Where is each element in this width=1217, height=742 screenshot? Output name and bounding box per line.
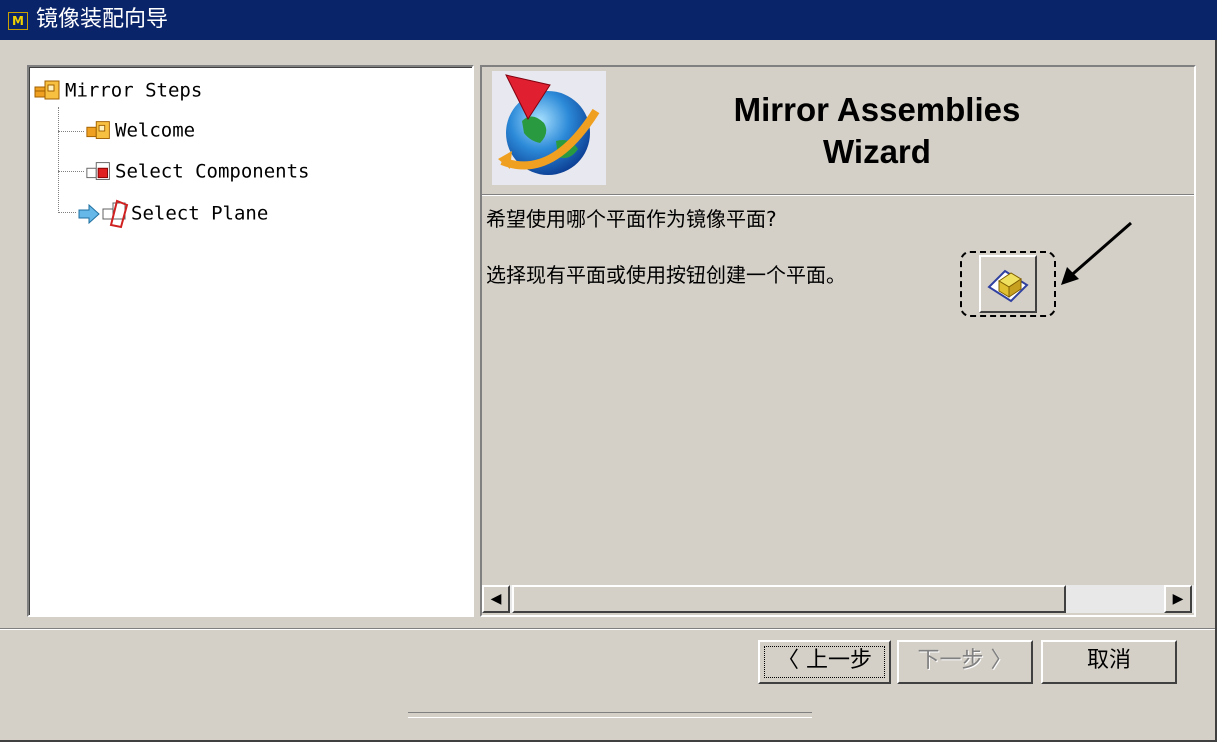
tree-root-mirror-steps[interactable]: Mirror Steps (33, 77, 202, 105)
annotation-arrow-icon (1061, 221, 1132, 285)
tree-connector (58, 107, 59, 213)
assembly-icon (34, 80, 60, 100)
wizard-title-line1: Mirror Assemblies (733, 91, 1021, 128)
wizard-title: Mirror Assemblies Wizard (672, 89, 1082, 173)
tree-item-select-plane[interactable]: Select Plane (77, 199, 268, 229)
tree-connector (58, 212, 76, 213)
next-button-label: 下一步 〉 (917, 648, 1013, 673)
tree-connector (58, 131, 84, 132)
tree-connector (58, 171, 84, 172)
tree-item-select-components[interactable]: Select Components (85, 158, 309, 186)
window-title: 镜像装配向导 (36, 7, 169, 32)
tree-item-label: Select Plane (131, 202, 269, 225)
scroll-right-button[interactable]: ▶ (1164, 585, 1192, 613)
app-icon: M (8, 12, 28, 30)
tree-item-label: Welcome (115, 119, 196, 142)
wizard-title-line2: Wizard (823, 133, 931, 170)
cancel-button[interactable]: 取消 (1041, 640, 1177, 684)
wizard-content-panel: Mirror Assemblies Wizard 希望使用哪个平面作为镜像平面?… (480, 65, 1196, 617)
steps-tree[interactable]: Mirror Steps Welcome Select Components S… (27, 65, 474, 617)
mirror-assemblies-wizard-dialog: M 镜像装配向导 Mirror Steps Welcome Select Com… (0, 0, 1217, 742)
current-step-arrow-icon (78, 203, 100, 225)
plane-assembly-icon (102, 199, 129, 229)
create-plane-button[interactable] (979, 255, 1037, 313)
back-button[interactable]: 〈 上一步 (758, 640, 891, 684)
footer-divider (0, 628, 1217, 630)
ug-globe-logo-icon (492, 71, 606, 185)
tree-root-label: Mirror Steps (65, 79, 203, 102)
assembly-icon (86, 121, 110, 139)
next-button[interactable]: 下一步 〉 (897, 640, 1033, 684)
scroll-thumb[interactable] (512, 585, 1066, 613)
horizontal-scrollbar[interactable]: ◀ ▶ (482, 585, 1194, 613)
title-bar[interactable]: M 镜像装配向导 (0, 0, 1217, 40)
scroll-left-button[interactable]: ◀ (482, 585, 510, 613)
back-button-label: 〈 上一步 (760, 642, 889, 682)
tree-item-label: Select Components (115, 160, 310, 183)
assembly-red-icon (86, 162, 110, 180)
tree-item-welcome[interactable]: Welcome (85, 117, 195, 145)
resize-grip[interactable] (408, 712, 812, 718)
cancel-button-label: 取消 (1086, 648, 1131, 673)
plane-question-text: 希望使用哪个平面作为镜像平面? (486, 207, 777, 231)
plane-instruction-text: 选择现有平面或使用按钮创建一个平面。 (486, 263, 846, 287)
create-plane-icon (987, 269, 1029, 303)
header-divider (482, 194, 1194, 196)
